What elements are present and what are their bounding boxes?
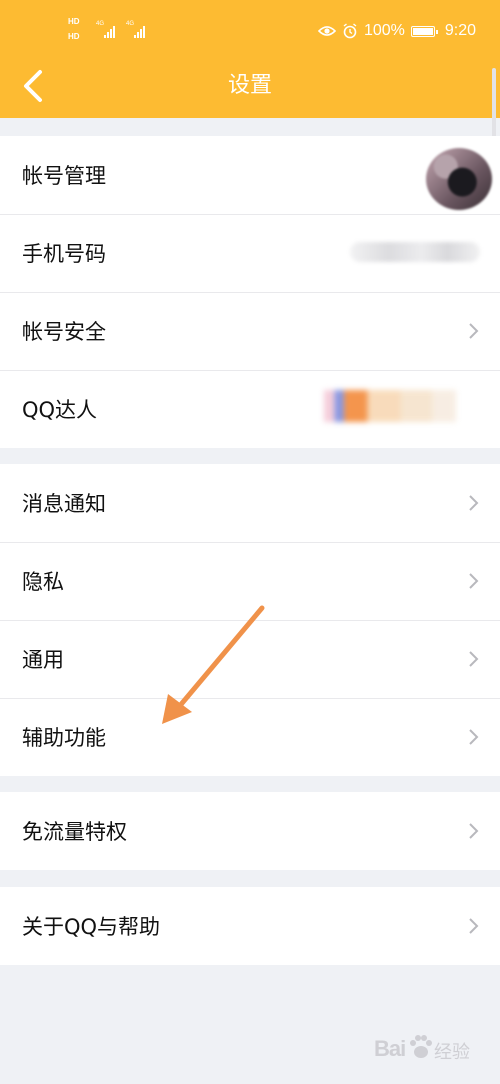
clock-time: 9:20 <box>444 22 476 39</box>
baidu-watermark: Bai 经验 <box>368 1028 488 1072</box>
row-label: 辅助功能 <box>22 726 106 750</box>
settings-row-notifications[interactable]: 消息通知 <box>0 464 500 542</box>
watermark-suffix: 经验 <box>434 1042 470 1063</box>
eye-comfort-icon <box>317 26 336 36</box>
row-label: 免流量特权 <box>22 820 127 844</box>
chevron-right-icon <box>469 823 479 839</box>
settings-row-account-security[interactable]: 帐号安全 <box>0 292 500 370</box>
row-label: 隐私 <box>22 570 64 594</box>
row-label: 手机号码 <box>22 242 106 266</box>
title-bar: HD HD 4G 4G 100% 9:20 设置 <box>0 0 500 118</box>
chevron-right-icon <box>469 651 479 667</box>
status-bar: HD HD 4G 4G 100% 9:20 <box>0 0 500 60</box>
settings-row-data-free-privilege[interactable]: 免流量特权 <box>0 792 500 870</box>
status-right: 100% 9:20 <box>317 20 476 42</box>
watermark-text: Bai <box>374 1036 406 1061</box>
general-section: 消息通知 隐私 通用 辅助功能 <box>0 464 500 776</box>
chevron-right-icon <box>469 495 479 511</box>
hd-label-2: HD <box>68 32 80 41</box>
row-label: 通用 <box>22 648 64 672</box>
data-free-section: 免流量特权 <box>0 792 500 870</box>
signal-indicators: HD HD 4G 4G <box>66 16 166 44</box>
row-label: 帐号管理 <box>22 164 106 188</box>
page-title: 设置 <box>227 73 272 98</box>
row-label: 消息通知 <box>22 492 106 516</box>
about-section: 关于QQ与帮助 <box>0 887 500 965</box>
settings-row-privacy[interactable]: 隐私 <box>0 542 500 620</box>
badges-blurred <box>324 390 456 422</box>
row-label: 关于QQ与帮助 <box>22 915 161 939</box>
chevron-right-icon <box>469 323 479 339</box>
battery-icon <box>410 25 438 37</box>
signal-bars-1-icon <box>104 24 115 38</box>
alarm-icon <box>343 23 357 39</box>
settings-row-about-and-help[interactable]: 关于QQ与帮助 <box>0 887 500 965</box>
settings-row-account-management[interactable]: 帐号管理 <box>0 136 500 214</box>
chevron-right-icon <box>469 573 479 589</box>
signal-bars-2-icon <box>134 24 145 38</box>
paw-icon <box>410 1035 432 1058</box>
settings-row-accessibility[interactable]: 辅助功能 <box>0 698 500 776</box>
row-label: QQ达人 <box>22 398 98 422</box>
network-type-1: 4G <box>96 21 105 27</box>
chevron-right-icon <box>469 729 479 745</box>
battery-percent: 100% <box>363 22 405 39</box>
phone-number-blurred <box>350 242 480 262</box>
avatar[interactable] <box>426 148 492 210</box>
hd-label-1: HD <box>68 17 80 26</box>
chevron-right-icon <box>469 918 479 934</box>
settings-row-general[interactable]: 通用 <box>0 620 500 698</box>
account-section: 帐号管理 手机号码 帐号安全 QQ达人 <box>0 136 500 448</box>
settings-row-phone-number[interactable]: 手机号码 <box>0 214 500 292</box>
network-type-2: 4G <box>126 21 135 27</box>
row-label: 帐号安全 <box>22 320 106 344</box>
settings-row-qq-master[interactable]: QQ达人 <box>0 370 500 448</box>
